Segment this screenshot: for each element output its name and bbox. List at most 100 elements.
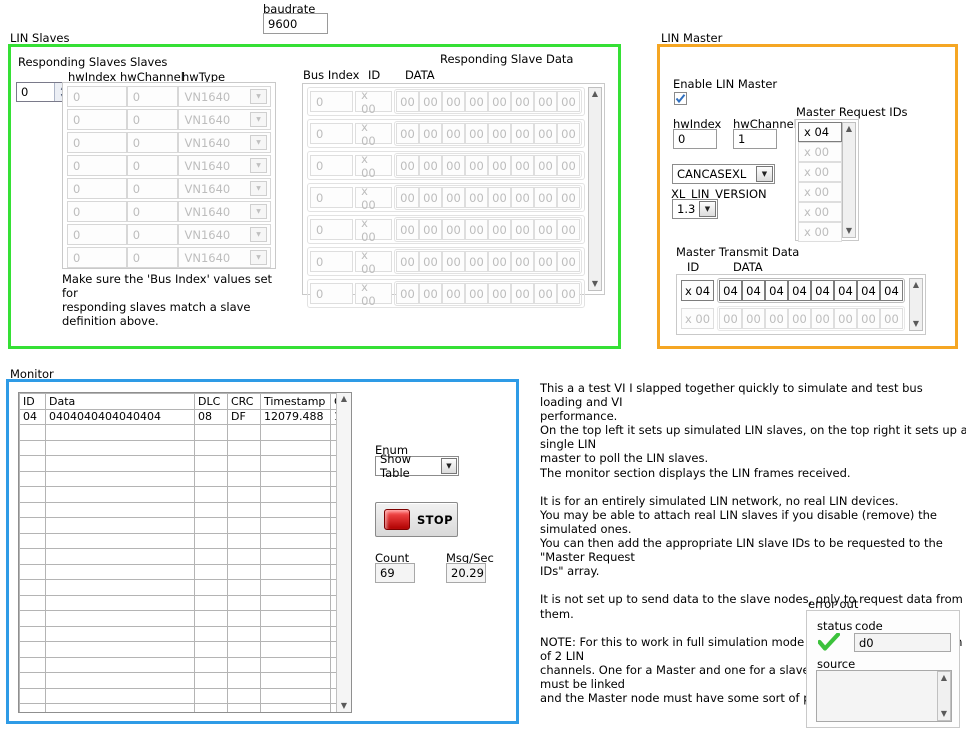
table-row[interactable] <box>19 579 336 596</box>
rsd-data-5-0[interactable]: 00 <box>396 251 419 272</box>
chevron-down-icon[interactable]: ▼ <box>250 112 267 127</box>
rsd-data-1-2[interactable]: 00 <box>442 123 465 144</box>
rsd-id-0[interactable]: x 00 <box>355 88 392 116</box>
slave-hwchannel-2[interactable]: 0 <box>126 132 179 153</box>
mtd-data-1-3[interactable]: 00 <box>788 308 811 329</box>
rsd-data-6-1[interactable]: 00 <box>419 283 442 304</box>
table-row[interactable] <box>19 501 336 518</box>
monitor-scrollbar[interactable]: ▲ ▼ <box>336 393 351 712</box>
slave-hwtype-1[interactable]: VN1640 ▼ <box>178 109 271 130</box>
rsd-data-6-5[interactable]: 00 <box>511 283 534 304</box>
slave-hwindex-3[interactable]: 0 <box>67 155 127 176</box>
rsd-data-0-7[interactable]: 00 <box>557 91 580 112</box>
rsd-id-4[interactable]: x 00 <box>355 216 392 244</box>
table-row[interactable] <box>19 563 336 580</box>
rsd-id-3[interactable]: x 00 <box>355 184 392 212</box>
rsd-data-6-2[interactable]: 00 <box>442 283 465 304</box>
rsd-data-0-4[interactable]: 00 <box>488 91 511 112</box>
rsd-data-0-1[interactable]: 00 <box>419 91 442 112</box>
rsd-data-2-3[interactable]: 00 <box>465 155 488 176</box>
slave-hwindex-4[interactable]: 0 <box>67 178 127 199</box>
scroll-down-icon[interactable]: ▼ <box>941 708 947 720</box>
rsd-data-4-1[interactable]: 00 <box>419 219 442 240</box>
rsd-scrollbar[interactable]: ▲ ▼ <box>588 87 602 291</box>
rsd-data-3-2[interactable]: 00 <box>442 187 465 208</box>
scroll-up-icon[interactable]: ▲ <box>341 393 347 405</box>
rsd-data-6-0[interactable]: 00 <box>396 283 419 304</box>
slave-hwindex-6[interactable]: 0 <box>67 224 127 245</box>
rsd-data-4-0[interactable]: 00 <box>396 219 419 240</box>
mtd-data-0-0[interactable]: 04 <box>719 280 742 301</box>
slave-hwtype-6[interactable]: VN1640 ▼ <box>178 224 271 245</box>
rsd-data-2-2[interactable]: 00 <box>442 155 465 176</box>
chevron-down-icon[interactable]: ▼ <box>250 227 267 242</box>
mtd-data-0-7[interactable]: 04 <box>880 280 903 301</box>
rsd-data-4-2[interactable]: 00 <box>442 219 465 240</box>
scroll-up-icon[interactable]: ▲ <box>913 279 919 291</box>
rsd-data-2-7[interactable]: 00 <box>557 155 580 176</box>
rsd-data-4-7[interactable]: 00 <box>557 219 580 240</box>
rsd-data-2-4[interactable]: 00 <box>488 155 511 176</box>
slave-hwchannel-1[interactable]: 0 <box>126 109 179 130</box>
table-row[interactable] <box>19 486 336 503</box>
table-row[interactable] <box>19 455 336 472</box>
slave-hwchannel-6[interactable]: 0 <box>126 224 179 245</box>
table-row[interactable] <box>19 548 336 565</box>
slave-hwchannel-5[interactable]: 0 <box>126 201 179 222</box>
rsd-data-3-1[interactable]: 00 <box>419 187 442 208</box>
chevron-down-icon[interactable]: ▼ <box>250 204 267 219</box>
enable-lin-master-checkbox[interactable] <box>674 92 687 105</box>
rsd-data-3-0[interactable]: 00 <box>396 187 419 208</box>
table-row[interactable] <box>19 424 336 441</box>
mtd-data-1-0[interactable]: 00 <box>719 308 742 329</box>
slave-hwchannel-7[interactable]: 0 <box>126 247 179 268</box>
scroll-down-icon[interactable]: ▼ <box>913 318 919 330</box>
mtd-data-0-1[interactable]: 04 <box>742 280 765 301</box>
slave-hwindex-7[interactable]: 0 <box>67 247 127 268</box>
table-row[interactable] <box>19 439 336 456</box>
table-row[interactable]: 04040404040404040408DF12079.4881 <box>19 408 336 425</box>
rsd-data-2-6[interactable]: 00 <box>534 155 557 176</box>
mtd-data-0-4[interactable]: 04 <box>811 280 834 301</box>
table-row[interactable] <box>19 517 336 534</box>
chevron-down-icon[interactable]: ▼ <box>250 158 267 173</box>
error-source-scrollbar[interactable]: ▲ ▼ <box>937 671 951 721</box>
rsd-data-5-4[interactable]: 00 <box>488 251 511 272</box>
enum-dropdown[interactable]: Show Table ▼ <box>375 452 459 480</box>
rsd-data-5-5[interactable]: 00 <box>511 251 534 272</box>
stop-button[interactable]: STOP <box>375 502 458 537</box>
master-request-id-2[interactable]: x 00 <box>798 162 842 182</box>
rsd-data-1-0[interactable]: 00 <box>396 123 419 144</box>
slave-hwchannel-0[interactable]: 0 <box>126 86 179 107</box>
scroll-up-icon[interactable]: ▲ <box>941 672 947 684</box>
master-request-id-3[interactable]: x 00 <box>798 182 842 202</box>
master-request-id-5[interactable]: x 00 <box>798 222 842 242</box>
slave-hwtype-4[interactable]: VN1640 ▼ <box>178 178 271 199</box>
master-request-id-1[interactable]: x 00 <box>798 142 842 162</box>
mtd-id-0[interactable]: x 04 <box>681 280 714 301</box>
rsd-data-3-6[interactable]: 00 <box>534 187 557 208</box>
table-row[interactable] <box>19 625 336 642</box>
chevron-down-icon[interactable]: ▼ <box>250 89 267 104</box>
rsd-id-1[interactable]: x 00 <box>355 120 392 148</box>
rsd-data-0-5[interactable]: 00 <box>511 91 534 112</box>
slave-hwtype-3[interactable]: VN1640 ▼ <box>178 155 271 176</box>
mrid-scrollbar[interactable]: ▲ ▼ <box>842 122 856 238</box>
rsd-data-1-6[interactable]: 00 <box>534 123 557 144</box>
rsd-bus-index-2[interactable]: 0 <box>310 155 354 176</box>
master-request-id-4[interactable]: x 00 <box>798 202 842 222</box>
table-row[interactable] <box>19 687 336 704</box>
slave-hwchannel-3[interactable]: 0 <box>126 155 179 176</box>
chevron-down-icon[interactable]: ▼ <box>250 135 267 150</box>
slave-hwindex-1[interactable]: 0 <box>67 109 127 130</box>
mtd-data-1-1[interactable]: 00 <box>742 308 765 329</box>
scroll-up-icon[interactable]: ▲ <box>592 88 598 100</box>
master-hwtype-dropdown[interactable]: CANCASEXL ▼ <box>672 164 775 184</box>
master-request-id-0[interactable]: x 04 <box>798 122 842 142</box>
rsd-data-4-5[interactable]: 00 <box>511 219 534 240</box>
rsd-data-5-1[interactable]: 00 <box>419 251 442 272</box>
rsd-bus-index-5[interactable]: 0 <box>310 251 354 272</box>
rsd-bus-index-1[interactable]: 0 <box>310 123 354 144</box>
master-hwchannel-input[interactable]: 1 <box>733 129 777 149</box>
mtd-scrollbar[interactable]: ▲ ▼ <box>909 278 923 331</box>
